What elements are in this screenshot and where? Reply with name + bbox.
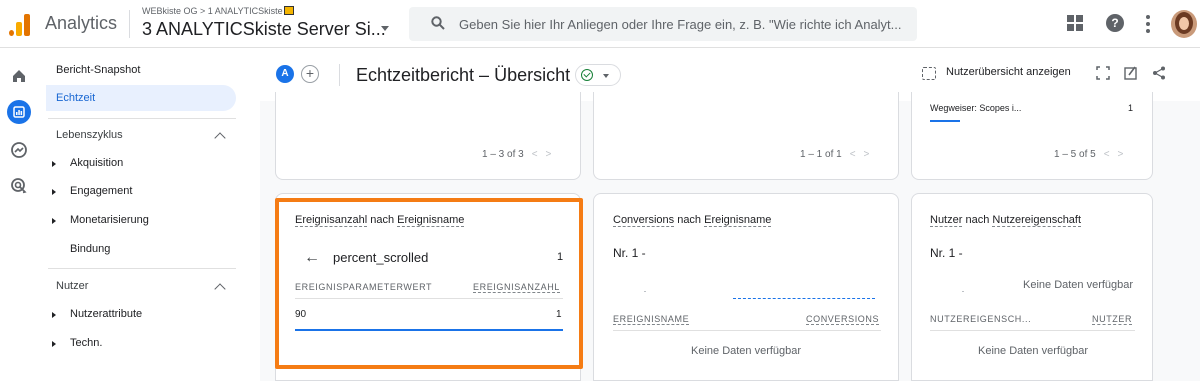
user-overview-icon[interactable] bbox=[922, 67, 936, 80]
reports-icon[interactable] bbox=[7, 100, 31, 124]
title-connector: nach bbox=[674, 214, 705, 226]
rank-label: Nr. 1 - bbox=[930, 246, 963, 260]
sidebar-item-engagement[interactable]: Engagement bbox=[70, 185, 132, 197]
expand-arrow-icon[interactable] bbox=[52, 218, 56, 224]
share-icon[interactable] bbox=[1152, 66, 1166, 80]
metric-name[interactable]: Conversions bbox=[613, 214, 675, 227]
expand-arrow-icon[interactable] bbox=[52, 312, 56, 318]
highlight-box bbox=[275, 198, 583, 369]
chart-line bbox=[733, 298, 875, 299]
flag-icon bbox=[283, 6, 294, 15]
help-icon[interactable]: ? bbox=[1106, 14, 1124, 32]
account-breadcrumb[interactable]: WEBkiste OG > 1 ANALYTICSkiste bbox=[142, 6, 294, 16]
sidebar-item-acquisition[interactable]: Akquisition bbox=[70, 157, 123, 169]
header-divider bbox=[339, 64, 340, 86]
rank-label: Nr. 1 - bbox=[613, 246, 646, 260]
check-circle-icon bbox=[581, 69, 593, 81]
chevron-down-icon bbox=[603, 74, 609, 78]
expand-arrow-icon[interactable] bbox=[52, 161, 56, 167]
top-bar: Analytics WEBkiste OG > 1 ANALYTICSkiste… bbox=[0, 0, 1200, 48]
chart-dot bbox=[644, 291, 646, 292]
chevron-down-icon[interactable] bbox=[381, 26, 389, 31]
chevron-right-icon[interactable]: > bbox=[546, 149, 552, 160]
fullscreen-icon[interactable] bbox=[1096, 66, 1110, 80]
value-bar bbox=[930, 120, 960, 122]
expand-arrow-icon[interactable] bbox=[52, 341, 56, 347]
pagination-label: 1 – 5 of 5 bbox=[1054, 149, 1096, 160]
app-title: Analytics bbox=[45, 13, 118, 33]
pagination-label: 1 – 3 of 3 bbox=[482, 149, 524, 160]
no-data-message: Keine Daten verfügbar bbox=[978, 345, 1089, 357]
column-header-event[interactable]: EREIGNISNAME bbox=[613, 314, 690, 325]
chevron-left-icon[interactable]: < bbox=[1104, 149, 1110, 160]
expand-arrow-icon[interactable] bbox=[52, 189, 56, 195]
no-data-message: Keine Daten verfügbar bbox=[691, 345, 802, 357]
table-row-value: 1 bbox=[1128, 103, 1134, 113]
realtime-card: 1 – 1 of 1 < > bbox=[593, 92, 899, 180]
sidebar-item-user-attributes[interactable]: Nutzerattribute bbox=[70, 308, 142, 320]
chart-dot bbox=[962, 291, 964, 292]
property-selector[interactable]: 3 ANALYTICSkiste Server Si... bbox=[142, 19, 386, 40]
search-bar[interactable]: Geben Sie hier Ihr Anliegen oder Ihre Fr… bbox=[409, 7, 917, 41]
table-divider bbox=[930, 330, 1135, 331]
pagination[interactable]: 1 – 3 of 3 < > bbox=[482, 149, 551, 160]
dimension-name[interactable]: Ereignisname bbox=[704, 214, 772, 227]
apps-grid-icon[interactable] bbox=[1067, 15, 1083, 31]
status-dropdown[interactable] bbox=[575, 64, 621, 86]
sidebar-item-realtime[interactable]: Echtzeit bbox=[46, 85, 236, 111]
sidebar-divider bbox=[48, 118, 236, 119]
more-vert-icon[interactable] bbox=[1146, 15, 1150, 33]
search-icon bbox=[431, 16, 445, 30]
header-divider bbox=[129, 10, 130, 38]
realtime-card: 1 – 3 of 3 < > bbox=[275, 92, 581, 180]
table-row-label[interactable]: Wegweiser: Scopes i... bbox=[930, 103, 1021, 113]
chevron-up-icon[interactable] bbox=[214, 283, 226, 295]
metric-name[interactable]: Nutzer bbox=[930, 214, 963, 227]
chevron-up-icon[interactable] bbox=[214, 132, 226, 144]
add-comparison-button[interactable]: + bbox=[301, 65, 319, 83]
title-connector: nach bbox=[962, 214, 993, 226]
advertising-icon[interactable] bbox=[7, 174, 31, 198]
card-title[interactable]: Nutzer nach Nutzereigenschaft bbox=[930, 214, 1082, 227]
sidebar-item-tech[interactable]: Techn. bbox=[70, 337, 102, 349]
search-input[interactable]: Geben Sie hier Ihr Anliegen oder Ihre Fr… bbox=[459, 17, 914, 32]
user-overview-button[interactable]: Nutzerübersicht anzeigen bbox=[946, 66, 1071, 78]
pagination-label: 1 – 1 of 1 bbox=[800, 149, 842, 160]
comparison-badge[interactable]: A bbox=[276, 65, 294, 83]
sidebar-item-snapshot[interactable]: Bericht-Snapshot bbox=[56, 64, 140, 76]
edit-report-icon[interactable] bbox=[1124, 66, 1138, 80]
sidebar-item-retention[interactable]: Bindung bbox=[70, 243, 110, 255]
explore-icon[interactable] bbox=[7, 138, 31, 162]
column-header-users[interactable]: NUTZER bbox=[1092, 314, 1133, 325]
dimension-name[interactable]: Nutzereigenschaft bbox=[992, 214, 1082, 227]
realtime-card: Wegweiser: Scopes i... 1 1 – 5 of 5 < > bbox=[911, 92, 1153, 180]
analytics-logo-icon[interactable] bbox=[9, 12, 31, 36]
sidebar-divider bbox=[48, 268, 236, 269]
user-properties-card: Nutzer nach Nutzereigenschaft Nr. 1 - Ke… bbox=[911, 193, 1153, 381]
table-divider bbox=[613, 330, 881, 331]
no-data-message: Keine Daten verfügbar bbox=[1023, 279, 1134, 291]
sidebar-item-monetization[interactable]: Monetarisierung bbox=[70, 214, 149, 226]
chevron-left-icon[interactable]: < bbox=[850, 149, 856, 160]
page-title: Echtzeitbericht – Übersicht bbox=[356, 65, 571, 85]
pagination[interactable]: 1 – 1 of 1 < > bbox=[800, 149, 869, 160]
chevron-right-icon[interactable]: > bbox=[864, 149, 870, 160]
column-header-property[interactable]: NUTZEREIGENSCH... bbox=[930, 314, 1031, 324]
chevron-right-icon[interactable]: > bbox=[1118, 149, 1124, 160]
home-icon[interactable] bbox=[7, 64, 31, 88]
card-title[interactable]: Conversions nach Ereignisname bbox=[613, 214, 772, 227]
report-sidebar: Bericht-Snapshot Echtzeit Lebenszyklus A… bbox=[38, 48, 260, 381]
chevron-left-icon[interactable]: < bbox=[532, 149, 538, 160]
pagination[interactable]: 1 – 5 of 5 < > bbox=[1054, 149, 1123, 160]
account-path: WEBkiste OG > 1 ANALYTICSkiste bbox=[142, 6, 283, 16]
sidebar-section-lifecycle[interactable]: Lebenszyklus bbox=[56, 129, 123, 141]
conversions-card: Conversions nach Ereignisname Nr. 1 - ER… bbox=[593, 193, 899, 381]
column-header-conversions[interactable]: CONVERSIONS bbox=[806, 314, 880, 325]
nav-rail bbox=[0, 48, 38, 381]
sidebar-section-users[interactable]: Nutzer bbox=[56, 280, 88, 292]
sidebar-item-label: Echtzeit bbox=[56, 92, 96, 104]
avatar[interactable] bbox=[1171, 10, 1197, 38]
